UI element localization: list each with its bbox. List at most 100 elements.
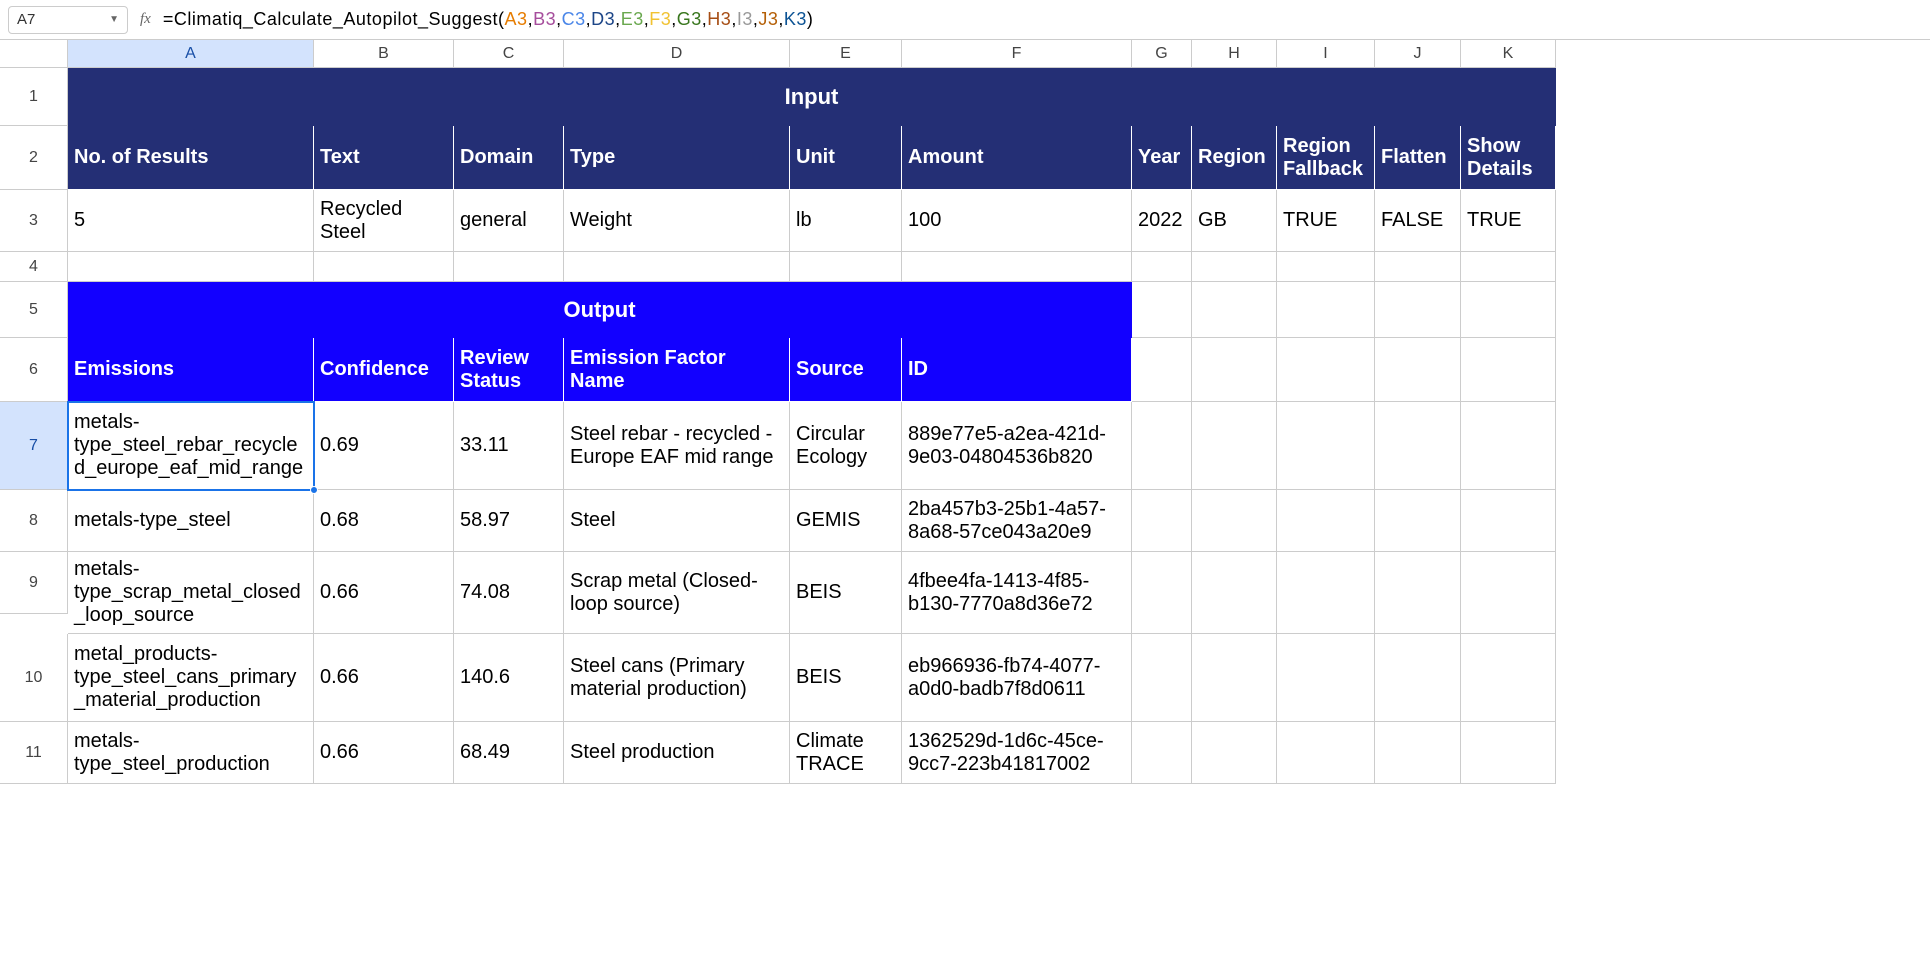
cell-j10[interactable] [1375,634,1461,722]
cell-f10[interactable]: eb966936-fb74-4077-a0d0-badb7f8d0611 [902,634,1132,722]
cell-f9[interactable]: 4fbee4fa-1413-4f85-b130-7770a8d36e72 [902,552,1132,634]
cell-g5[interactable] [1132,282,1192,338]
cell-j5[interactable] [1375,282,1461,338]
col-header-i[interactable]: I [1277,40,1375,68]
cell-h8[interactable] [1192,490,1277,552]
cell-k3[interactable]: TRUE [1461,190,1556,252]
cell-j6[interactable] [1375,338,1461,402]
cell-k8[interactable] [1461,490,1556,552]
row-header-8[interactable]: 8 [0,490,68,552]
cell-a11[interactable]: metals-type_steel_production [68,722,314,784]
cell-a7[interactable]: metals-type_steel_rebar_recycled_europe_… [68,402,314,490]
selection-handle[interactable] [310,486,318,494]
header-amount[interactable]: Amount [902,126,1132,190]
cell-i3[interactable]: TRUE [1277,190,1375,252]
cell-e3[interactable]: lb [790,190,902,252]
cell-j8[interactable] [1375,490,1461,552]
row-header-5[interactable]: 5 [0,282,68,338]
cell-g4[interactable] [1132,252,1192,282]
cell-c8[interactable]: 58.97 [454,490,564,552]
cell-h4[interactable] [1192,252,1277,282]
row-header-1[interactable]: 1 [0,68,68,126]
select-all-corner[interactable] [0,40,68,68]
cell-g10[interactable] [1132,634,1192,722]
cell-g7[interactable] [1132,402,1192,490]
cell-a10[interactable]: metal_products-type_steel_cans_primary_m… [68,634,314,722]
cell-a8[interactable]: metals-type_steel [68,490,314,552]
row-header-2[interactable]: 2 [0,126,68,190]
cell-d9[interactable]: Scrap metal (Closed-loop source) [564,552,790,634]
col-header-g[interactable]: G [1132,40,1192,68]
cell-c9[interactable]: 74.08 [454,552,564,634]
cell-d8[interactable]: Steel [564,490,790,552]
header-confidence[interactable]: Confidence [314,338,454,402]
cell-b10[interactable]: 0.66 [314,634,454,722]
header-region-fallback[interactable]: Region Fallback [1277,126,1375,190]
cell-e10[interactable]: BEIS [790,634,902,722]
cell-c11[interactable]: 68.49 [454,722,564,784]
cell-h11[interactable] [1192,722,1277,784]
cell-f4[interactable] [902,252,1132,282]
cell-k7[interactable] [1461,402,1556,490]
header-show-details[interactable]: Show Details [1461,126,1556,190]
col-header-d[interactable]: D [564,40,790,68]
output-title[interactable]: Output [68,282,1132,338]
header-source[interactable]: Source [790,338,902,402]
cell-f8[interactable]: 2ba457b3-25b1-4a57-8a68-57ce043a20e9 [902,490,1132,552]
cell-i9[interactable] [1277,552,1375,634]
col-header-h[interactable]: H [1192,40,1277,68]
cell-i5[interactable] [1277,282,1375,338]
cell-e11[interactable]: Climate TRACE [790,722,902,784]
cell-d10[interactable]: Steel cans (Primary material production) [564,634,790,722]
cell-b11[interactable]: 0.66 [314,722,454,784]
cell-f7[interactable]: 889e77e5-a2ea-421d-9e03-04804536b820 [902,402,1132,490]
cell-d3[interactable]: Weight [564,190,790,252]
row-header-6[interactable]: 6 [0,338,68,402]
cell-k6[interactable] [1461,338,1556,402]
header-flatten[interactable]: Flatten [1375,126,1461,190]
cell-i7[interactable] [1277,402,1375,490]
header-no-results[interactable]: No. of Results [68,126,314,190]
cell-d4[interactable] [564,252,790,282]
cell-j11[interactable] [1375,722,1461,784]
cell-a4[interactable] [68,252,314,282]
cell-j7[interactable] [1375,402,1461,490]
header-ef-name[interactable]: Emission Factor Name [564,338,790,402]
cell-a3[interactable]: 5 [68,190,314,252]
cell-h7[interactable] [1192,402,1277,490]
formula-input[interactable]: =Climatiq_Calculate_Autopilot_Suggest(A3… [163,9,814,30]
cell-i6[interactable] [1277,338,1375,402]
header-unit[interactable]: Unit [790,126,902,190]
header-year[interactable]: Year [1132,126,1192,190]
header-emissions[interactable]: Emissions [68,338,314,402]
col-header-b[interactable]: B [314,40,454,68]
cell-i10[interactable] [1277,634,1375,722]
cell-b8[interactable]: 0.68 [314,490,454,552]
cell-k10[interactable] [1461,634,1556,722]
cell-g8[interactable] [1132,490,1192,552]
row-header-7[interactable]: 7 [0,402,68,490]
col-header-a[interactable]: A [68,40,314,68]
col-header-e[interactable]: E [790,40,902,68]
cell-g6[interactable] [1132,338,1192,402]
cell-g3[interactable]: 2022 [1132,190,1192,252]
cell-k4[interactable] [1461,252,1556,282]
cell-d7[interactable]: Steel rebar - recycled - Europe EAF mid … [564,402,790,490]
col-header-f[interactable]: F [902,40,1132,68]
col-header-k[interactable]: K [1461,40,1556,68]
cell-a9[interactable]: metals-type_scrap_metal_closed_loop_sour… [68,552,314,634]
row-header-11[interactable]: 11 [0,722,68,784]
cell-h10[interactable] [1192,634,1277,722]
cell-h5[interactable] [1192,282,1277,338]
cell-e4[interactable] [790,252,902,282]
chevron-down-icon[interactable]: ▼ [109,14,119,25]
header-domain[interactable]: Domain [454,126,564,190]
row-header-4[interactable]: 4 [0,252,68,282]
cell-e8[interactable]: GEMIS [790,490,902,552]
cell-e7[interactable]: Circular Ecology [790,402,902,490]
header-id[interactable]: ID [902,338,1132,402]
cell-e9[interactable]: BEIS [790,552,902,634]
cell-j9[interactable] [1375,552,1461,634]
cell-i11[interactable] [1277,722,1375,784]
col-header-j[interactable]: J [1375,40,1461,68]
